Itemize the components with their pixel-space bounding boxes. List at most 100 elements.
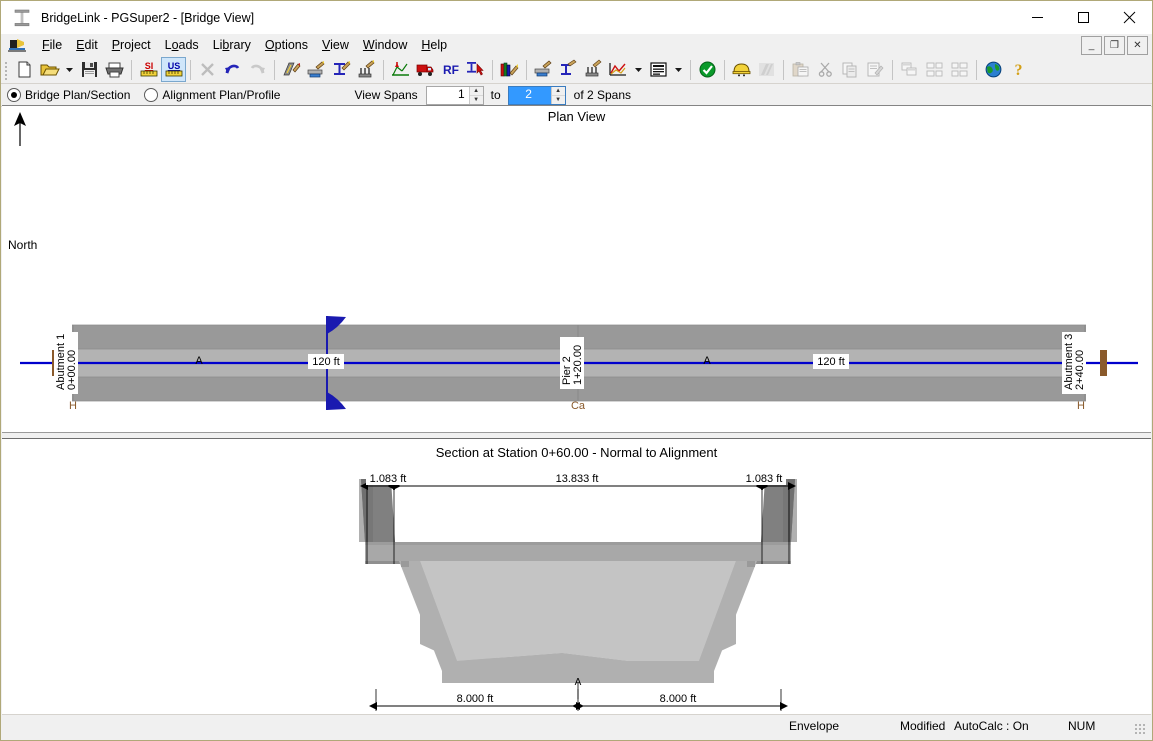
- left-traffic-barrier: [359, 479, 395, 542]
- report-dropdown-icon[interactable]: [671, 57, 686, 82]
- toolbar-separator: [976, 59, 977, 80]
- new-file-icon[interactable]: [12, 57, 37, 82]
- pier-view-icon[interactable]: [581, 57, 606, 82]
- left-barrier-dim-text: 1.083 ft: [370, 473, 407, 485]
- pier-2-label: Pier 2 1+20.00: [560, 337, 584, 389]
- open-dropdown-icon[interactable]: [62, 57, 77, 82]
- north-label: North: [8, 238, 38, 252]
- left-girder-dim-text: 8.000 ft: [457, 693, 494, 705]
- span-2-girder-label: A: [703, 355, 711, 367]
- section-view-drawing[interactable]: 1.083 ft 13.833 ft 1.083 ft 8.000 ft 8.0…: [2, 439, 1151, 714]
- design-check-icon[interactable]: [695, 57, 720, 82]
- plan-view-pane[interactable]: Plan View 120 ft 120 ft A A Abutment 1 0…: [2, 106, 1151, 432]
- spinner-up-icon[interactable]: ▲: [551, 87, 565, 96]
- tile-vertical-icon: [947, 57, 972, 82]
- toolbar-separator: [274, 59, 275, 80]
- girder-view-icon[interactable]: [556, 57, 581, 82]
- radio-dot: [7, 88, 21, 102]
- deck-slab: [365, 542, 791, 564]
- us-units-icon[interactable]: US: [161, 57, 186, 82]
- of-spans-label: of 2 Spans: [573, 88, 632, 102]
- span-from-arrows[interactable]: ▲ ▼: [468, 86, 483, 104]
- view-spans-label: View Spans: [354, 88, 418, 102]
- toolbar-separator: [690, 59, 691, 80]
- print-icon[interactable]: [102, 57, 127, 82]
- design-girder-icon[interactable]: [729, 57, 754, 82]
- menu-item-options[interactable]: Options: [258, 36, 315, 54]
- span-to-spinner[interactable]: 2 ▲ ▼: [507, 85, 566, 105]
- deck-view-icon[interactable]: [531, 57, 556, 82]
- menu-item-help[interactable]: Help: [414, 36, 454, 54]
- tub-girder-section: [399, 561, 757, 683]
- menu-item-view[interactable]: View: [315, 36, 356, 54]
- span-to-value[interactable]: 2: [508, 86, 551, 104]
- app-icon: [11, 8, 33, 28]
- save-icon[interactable]: [77, 57, 102, 82]
- radio-alignment-plan-profile[interactable]: Alignment Plan/Profile: [144, 88, 280, 102]
- radio-alignment-label: Alignment Plan/Profile: [162, 88, 281, 102]
- rating-icon[interactable]: RF: [438, 57, 463, 82]
- undo-icon[interactable]: [220, 57, 245, 82]
- span-from-value[interactable]: 1: [426, 86, 469, 104]
- open-file-icon[interactable]: [37, 57, 62, 82]
- cascade-windows-icon: [897, 57, 922, 82]
- edit-girder-icon[interactable]: [329, 57, 354, 82]
- graph-dropdown-icon[interactable]: [631, 57, 646, 82]
- view-options-bar: Bridge Plan/Section Alignment Plan/Profi…: [1, 84, 1152, 107]
- menu-item-file[interactable]: File: [35, 36, 69, 54]
- loads-icon[interactable]: [388, 57, 413, 82]
- section-view-pane[interactable]: Section at Station 0+60.00 - Normal to A…: [2, 439, 1151, 715]
- help-icon[interactable]: ?: [1006, 57, 1031, 82]
- window-controls: [1014, 1, 1152, 34]
- menu-item-library[interactable]: Library: [206, 36, 258, 54]
- plan-view-drawing[interactable]: 120 ft 120 ft A A Abutment 1 0+00.00 H P…: [2, 106, 1151, 430]
- spinner-down-icon[interactable]: ▼: [552, 96, 565, 104]
- graph-view-icon[interactable]: [606, 57, 631, 82]
- menu-item-project[interactable]: Project: [105, 36, 158, 54]
- right-barrier-dim-text: 1.083 ft: [746, 473, 783, 485]
- section-alignment-label: A: [575, 677, 582, 688]
- girder-selection-icon[interactable]: [463, 57, 488, 82]
- span-2-length-callout: 120 ft: [813, 354, 849, 369]
- toolbar-separator: [131, 59, 132, 80]
- spinner-up-icon[interactable]: ▲: [469, 87, 483, 96]
- abutment-1-label: Abutment 1 0+00.00: [54, 332, 78, 394]
- to-label: to: [490, 88, 501, 102]
- span-from-spinner[interactable]: 1 ▲ ▼: [425, 85, 484, 105]
- mdi-close-button[interactable]: ✕: [1127, 36, 1148, 55]
- menu-item-loads[interactable]: Loads: [158, 36, 206, 54]
- mdi-restore-button[interactable]: ❐: [1104, 36, 1125, 55]
- web-help-icon[interactable]: [981, 57, 1006, 82]
- toolbar-separator: [783, 59, 784, 80]
- right-traffic-barrier: [761, 479, 797, 542]
- edit-pier-icon[interactable]: [354, 57, 379, 82]
- mdi-window-controls: _ ❐ ✕: [1081, 36, 1148, 55]
- resize-grip[interactable]: [1135, 724, 1147, 736]
- right-girder-dim-text: 8.000 ft: [660, 693, 697, 705]
- edit-deck-icon[interactable]: [304, 57, 329, 82]
- edit-roadway-icon[interactable]: [279, 57, 304, 82]
- radio-bridge-plan-section[interactable]: Bridge Plan/Section: [7, 88, 130, 102]
- minimize-button[interactable]: [1014, 1, 1060, 34]
- toolbar-grip[interactable]: [3, 59, 10, 80]
- girder-stub-right: [747, 561, 755, 567]
- radio-bridge-label: Bridge Plan/Section: [25, 88, 131, 102]
- span-to-arrows[interactable]: ▲ ▼: [550, 86, 565, 104]
- si-units-icon[interactable]: SI: [136, 57, 161, 82]
- library-editor-icon[interactable]: [497, 57, 522, 82]
- menu-item-edit[interactable]: Edit: [69, 36, 105, 54]
- span-2-length-text: 120 ft: [817, 356, 845, 368]
- menu-item-window[interactable]: Window: [356, 36, 414, 54]
- pane-splitter[interactable]: [2, 432, 1151, 439]
- report-view-icon[interactable]: [646, 57, 671, 82]
- maximize-button[interactable]: [1060, 1, 1106, 34]
- pier-2-connection: Ca: [571, 400, 586, 412]
- span-1-girder-label: A: [195, 355, 203, 367]
- mdi-minimize-button[interactable]: _: [1081, 36, 1102, 55]
- status-modified: Modified: [900, 719, 946, 733]
- abutment-3-connection: H: [1077, 400, 1085, 412]
- spinner-down-icon[interactable]: ▼: [470, 96, 483, 104]
- effective-flange-icon: [754, 57, 779, 82]
- live-load-truck-icon[interactable]: [413, 57, 438, 82]
- close-button[interactable]: [1106, 1, 1152, 34]
